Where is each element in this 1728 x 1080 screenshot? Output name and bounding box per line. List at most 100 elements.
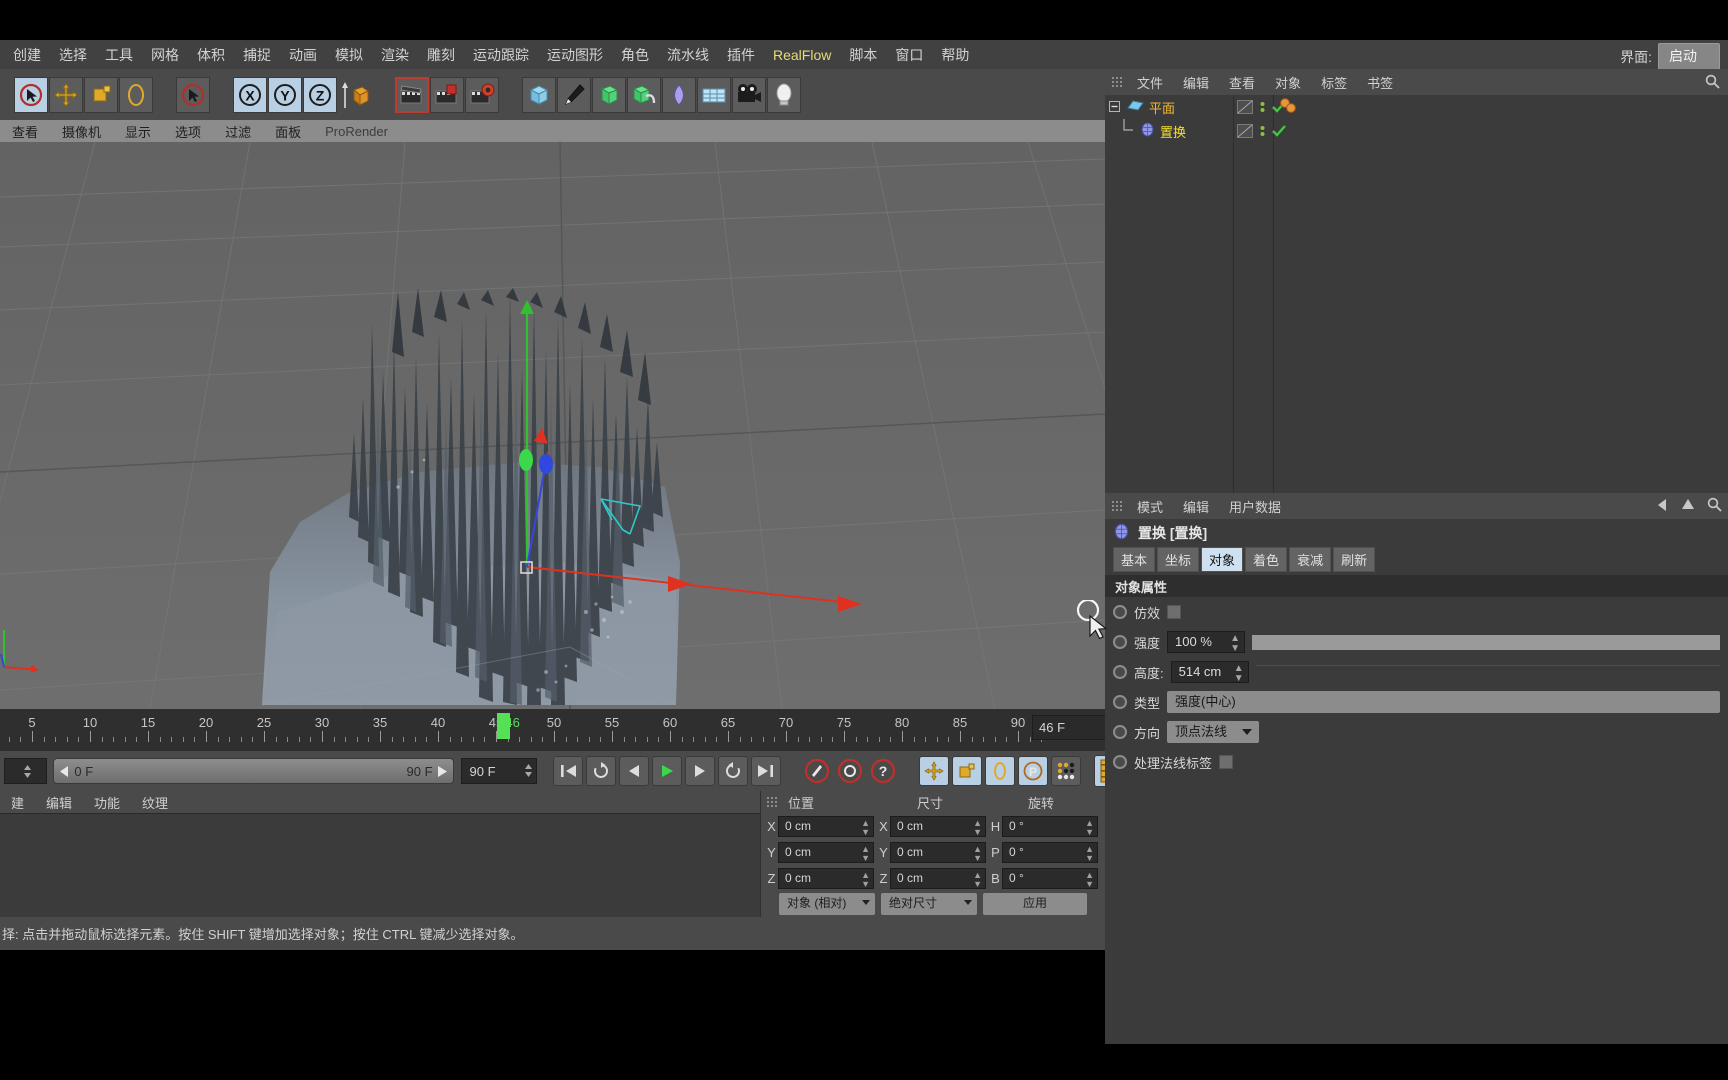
- material-menu-edit[interactable]: 编辑: [35, 793, 83, 812]
- object-row-displacer[interactable]: 置换: [1105, 118, 1728, 143]
- menu-item-16[interactable]: 脚本: [840, 41, 886, 69]
- attr-menu-edit[interactable]: 编辑: [1173, 497, 1219, 516]
- loop-icon[interactable]: [585, 756, 616, 786]
- menu-item-18[interactable]: 帮助: [932, 41, 978, 69]
- object-name-displacer[interactable]: 置换: [1160, 122, 1186, 141]
- render-region-icon[interactable]: [430, 76, 464, 113]
- size-z-input[interactable]: 0 cm ▲ ▼: [890, 867, 986, 889]
- size-y-input[interactable]: 0 cm ▲ ▼: [890, 841, 986, 863]
- camera-icon[interactable]: [732, 76, 766, 113]
- world-axis-icon[interactable]: [338, 77, 372, 113]
- menu-item-5[interactable]: 捕捉: [234, 41, 280, 69]
- menu-item-7[interactable]: 模拟: [326, 41, 372, 69]
- step-back-icon[interactable]: [618, 756, 649, 786]
- viewport-menu-prorender[interactable]: ProRender: [313, 124, 400, 139]
- visibility-dot-icon[interactable]: [1258, 100, 1267, 114]
- menu-item-0[interactable]: 创建: [4, 41, 50, 69]
- autokey-icon[interactable]: [835, 756, 865, 786]
- point-level-key-icon[interactable]: [1050, 756, 1081, 786]
- height-input[interactable]: 514 cm ▲ ▼: [1170, 661, 1249, 684]
- normal-tag-checkbox[interactable]: [1219, 755, 1234, 769]
- scale-icon[interactable]: [84, 76, 118, 113]
- viewport-menu-filter[interactable]: 过滤: [213, 122, 263, 141]
- menu-item-realflow[interactable]: RealFlow: [764, 43, 840, 67]
- range-left-arrow-icon[interactable]: [60, 765, 69, 777]
- go-to-end-icon[interactable]: [750, 756, 781, 786]
- enable-check-icon[interactable]: [1272, 124, 1286, 138]
- render-settings-icon[interactable]: [465, 76, 499, 113]
- animate-radio-icon[interactable]: [1113, 695, 1127, 709]
- preview-range-bar[interactable]: 0 F 90 F: [53, 758, 454, 784]
- expand-toggle-icon[interactable]: [1109, 100, 1122, 115]
- strength-slider[interactable]: [1252, 634, 1720, 650]
- play-icon[interactable]: [651, 756, 682, 786]
- menu-item-9[interactable]: 雕刻: [418, 41, 464, 69]
- render-view-icon[interactable]: [395, 76, 429, 113]
- size-x-input[interactable]: 0 cm ▲ ▼: [890, 815, 986, 837]
- coord-mode-dropdown[interactable]: 对象 (相对): [779, 893, 875, 915]
- tab-object[interactable]: 对象: [1201, 546, 1244, 572]
- tab-basic[interactable]: 基本: [1113, 546, 1156, 572]
- menu-item-13[interactable]: 流水线: [658, 41, 718, 69]
- move-icon[interactable]: [49, 76, 83, 113]
- tab-refresh[interactable]: 刷新: [1333, 546, 1376, 572]
- 3d-viewport[interactable]: [0, 142, 1105, 709]
- rotation-key-icon[interactable]: [984, 756, 1015, 786]
- tab-falloff[interactable]: 衰减: [1289, 546, 1332, 572]
- animate-radio-icon[interactable]: [1113, 605, 1127, 619]
- reverse-loop-icon[interactable]: [717, 756, 748, 786]
- lock-x-icon[interactable]: X: [233, 76, 267, 113]
- rotation-h-input[interactable]: 0 ° ▲ ▼: [1002, 815, 1098, 837]
- position-z-input[interactable]: 0 cm ▲ ▼: [778, 867, 874, 889]
- viewport-menu-options[interactable]: 选项: [163, 122, 213, 141]
- object-tree[interactable]: 平面 置换: [1105, 95, 1728, 493]
- position-x-input[interactable]: 0 cm ▲ ▼: [778, 815, 874, 837]
- rotation-b-input[interactable]: 0 ° ▲ ▼: [1002, 867, 1098, 889]
- viewport-menu-display[interactable]: 显示: [113, 122, 163, 141]
- timeline-track[interactable]: 51015202530354045505560657075808590: [0, 709, 1128, 751]
- menu-item-11[interactable]: 运动图形: [538, 41, 612, 69]
- panel-grip-icon[interactable]: [766, 795, 779, 809]
- timeline-ruler[interactable]: 51015202530354045505560657075808590 46 4…: [0, 709, 1128, 751]
- range-right-arrow-icon[interactable]: [437, 765, 447, 777]
- viewport-menu-camera[interactable]: 摄像机: [50, 122, 113, 141]
- lock-y-icon[interactable]: Y: [268, 76, 302, 113]
- direction-dropdown[interactable]: 顶点法线: [1167, 721, 1260, 743]
- strength-input[interactable]: 100 % ▲ ▼: [1167, 631, 1246, 654]
- rotation-p-input[interactable]: 0 ° ▲ ▼: [1002, 841, 1098, 863]
- display-toggle-icon[interactable]: [1237, 100, 1253, 114]
- panel-grip-icon[interactable]: [1111, 75, 1124, 89]
- transport-left-spinner[interactable]: [4, 758, 48, 784]
- affect-checkbox[interactable]: [1167, 605, 1182, 619]
- panel-grip-icon[interactable]: [1111, 499, 1124, 513]
- spline-pen-icon[interactable]: [557, 76, 591, 113]
- light-icon[interactable]: [767, 76, 801, 113]
- menu-item-2[interactable]: 工具: [96, 41, 142, 69]
- animate-radio-icon[interactable]: [1113, 665, 1127, 679]
- rotate-icon[interactable]: [119, 76, 153, 113]
- displacer-deformer-icon[interactable]: [1140, 122, 1155, 140]
- object-row-plane[interactable]: 平面: [1105, 95, 1728, 119]
- lock-z-icon[interactable]: Z: [303, 76, 337, 113]
- material-manager-panel[interactable]: [0, 813, 760, 917]
- tab-shading[interactable]: 着色: [1245, 546, 1288, 572]
- type-dropdown[interactable]: 强度(中心): [1167, 691, 1720, 713]
- visibility-dot-icon[interactable]: [1258, 124, 1267, 138]
- interface-value[interactable]: 启动: [1658, 43, 1720, 70]
- viewport-menu-view[interactable]: 查看: [0, 122, 50, 141]
- live-selection-icon[interactable]: [14, 76, 48, 113]
- object-menu-edit[interactable]: 编辑: [1173, 73, 1219, 92]
- material-menu-function[interactable]: 功能: [83, 793, 131, 812]
- interface-selector[interactable]: 界面: 启动: [1620, 43, 1720, 70]
- position-key-icon[interactable]: [918, 756, 949, 786]
- back-arrow-icon[interactable]: [1655, 498, 1669, 515]
- menu-item-10[interactable]: 运动跟踪: [464, 41, 538, 69]
- material-menu-create[interactable]: 建: [0, 793, 35, 812]
- up-arrow-icon[interactable]: [1681, 498, 1695, 515]
- end-frame-field[interactable]: 90 F: [460, 758, 537, 784]
- object-menu-tags[interactable]: 标签: [1311, 73, 1357, 92]
- key-help-icon[interactable]: ?: [868, 756, 898, 786]
- search-icon[interactable]: [1707, 497, 1722, 515]
- menu-item-6[interactable]: 动画: [280, 41, 326, 69]
- position-y-input[interactable]: 0 cm ▲ ▼: [778, 841, 874, 863]
